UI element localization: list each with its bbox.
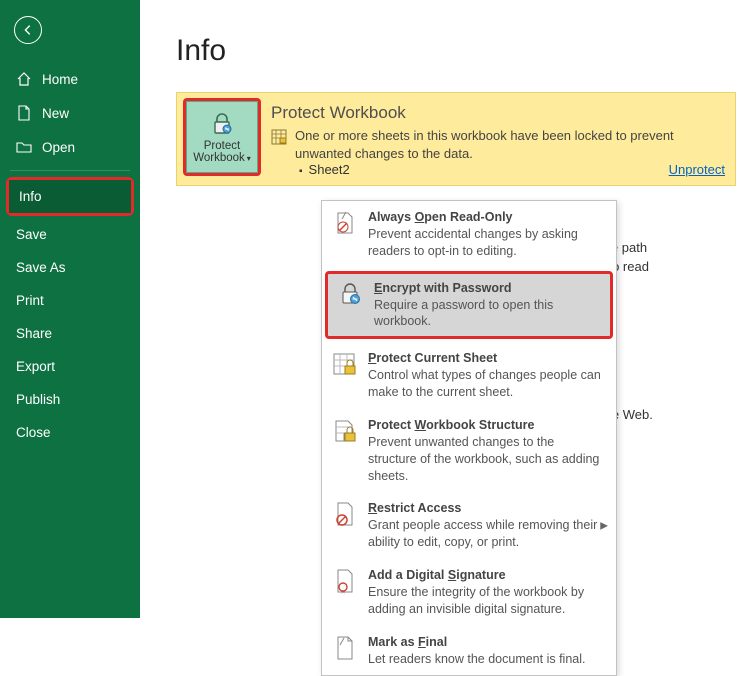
protect-workbook-button[interactable]: Protect Workbook▾ [186,101,258,173]
menu-item-desc: Prevent unwanted changes to the structur… [368,434,606,485]
menu-item-title: Mark as Final [368,634,585,651]
home-icon [16,71,32,87]
annotation-highlight-info: Info [6,177,134,216]
menu-item-protect-current-sheet[interactable]: Protect Current Sheet Control what types… [322,342,616,409]
sidebar-item-label: Save As [16,260,66,275]
menu-item-desc: Ensure the integrity of the workbook by … [368,584,606,618]
workbook-lock-icon [330,417,358,445]
sidebar-item-label: Close [16,425,51,440]
locked-sheet-name: Sheet2 [309,162,350,177]
menu-item-desc: Grant people access while removing their… [368,517,606,551]
unprotect-link[interactable]: Unprotect [669,162,725,177]
sidebar-item-share[interactable]: Share [0,317,140,350]
protect-button-label: Protect Workbook▾ [193,140,251,164]
menu-item-desc: Control what types of changes people can… [368,367,606,401]
menu-item-title: Restrict Access [368,500,606,517]
sidebar-item-open[interactable]: Open [0,130,140,164]
protect-workbook-dropdown: Always Open Read-Only Prevent accidental… [321,200,617,676]
sidebar-separator [10,170,130,171]
sidebar-item-label: New [42,106,69,121]
read-only-icon [330,209,358,237]
sidebar-item-save-as[interactable]: Save As [0,251,140,284]
sidebar-item-save[interactable]: Save [0,218,140,251]
menu-item-restrict-access[interactable]: Restrict Access Grant people access whil… [322,492,616,559]
menu-item-digital-signature[interactable]: Add a Digital Signature Ensure the integ… [322,559,616,626]
submenu-arrow-icon: ▶ [600,520,608,531]
sheet-lock-icon [271,129,287,145]
page-title: Info [176,34,753,68]
lock-icon [209,111,235,137]
menu-item-desc: Prevent accidental changes by asking rea… [368,226,606,260]
locked-sheets-list: Sheet2 [299,162,723,177]
back-arrow-icon [21,23,35,37]
main-content: Info Protect Workbook▾ Protect Workbook [140,0,753,618]
menu-item-title: Add a Digital Signature [368,567,606,584]
backstage-sidebar: Home New Open Info Save Save As Print Sh… [0,0,140,618]
sidebar-item-close[interactable]: Close [0,416,140,449]
mark-final-icon [330,634,358,662]
sidebar-item-label: Publish [16,392,60,407]
sidebar-item-label: Print [16,293,44,308]
sidebar-item-label: Save [16,227,47,242]
sidebar-item-label: Info [19,189,42,204]
protect-workbook-panel: Protect Workbook▾ Protect Workbook One o… [176,92,736,186]
sidebar-item-label: Export [16,359,55,374]
protect-heading: Protect Workbook [271,103,723,123]
sidebar-item-home[interactable]: Home [0,62,140,96]
menu-item-mark-final[interactable]: Mark as Final Let readers know the docum… [322,626,616,676]
menu-item-encrypt-password[interactable]: Encrypt with Password Require a password… [325,271,613,340]
folder-open-icon [16,139,32,155]
protect-body-text: One or more sheets in this workbook have… [295,127,723,162]
menu-item-open-read-only[interactable]: Always Open Read-Only Prevent accidental… [322,201,616,268]
annotation-highlight-encrypt: Encrypt with Password Require a password… [322,268,616,343]
sidebar-item-new[interactable]: New [0,96,140,130]
menu-item-desc: Require a password to open this workbook… [374,297,602,331]
sidebar-item-publish[interactable]: Publish [0,383,140,416]
sheet-lock-icon [330,350,358,378]
encrypt-lock-icon [336,280,364,308]
file-new-icon [16,105,32,121]
sidebar-item-export[interactable]: Export [0,350,140,383]
sidebar-item-label: Share [16,326,52,341]
menu-item-title: Encrypt with Password [374,280,602,297]
sidebar-item-label: Open [42,140,75,155]
sidebar-item-info[interactable]: Info [9,180,131,213]
menu-item-title: Protect Current Sheet [368,350,606,367]
back-button[interactable] [14,16,42,44]
sidebar-item-label: Home [42,72,78,87]
digital-signature-icon [330,567,358,595]
annotation-highlight-protect-button: Protect Workbook▾ [183,98,261,176]
menu-item-protect-structure[interactable]: Protect Workbook Structure Prevent unwan… [322,409,616,493]
menu-item-title: Always Open Read-Only [368,209,606,226]
menu-item-desc: Let readers know the document is final. [368,651,585,668]
restrict-access-icon [330,500,358,528]
sidebar-item-print[interactable]: Print [0,284,140,317]
menu-item-title: Protect Workbook Structure [368,417,606,434]
